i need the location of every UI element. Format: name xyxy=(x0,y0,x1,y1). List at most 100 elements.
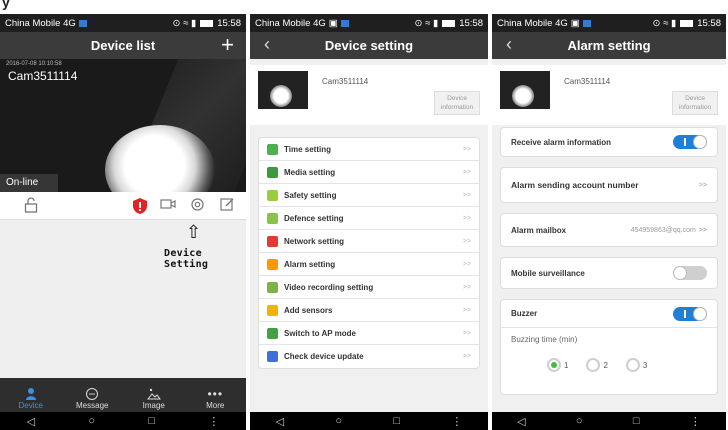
recent-nav-icon[interactable]: □ xyxy=(393,415,400,427)
settings-menu: Time setting >> Media setting >> Safety sett… xyxy=(258,137,480,369)
clock-time: 15:58 xyxy=(697,17,721,29)
chevron-right-icon: >> xyxy=(462,214,471,222)
status-bar: China Mobile 4G ▣ ⊙ ≈ ▮ 15:58 xyxy=(492,14,726,32)
menu-item-label: Safety setting xyxy=(284,190,337,200)
menu-item-defence-setting[interactable]: Defence setting >> xyxy=(259,207,479,230)
chevron-right-icon: >> xyxy=(698,181,707,189)
menu-item-check-device-update[interactable]: Check device update >> xyxy=(259,345,479,368)
device-name: Cam3511114 xyxy=(564,77,611,86)
receive-alarm-card: Receive alarm information xyxy=(500,127,718,157)
device-header: Cam3511114 Device information xyxy=(492,65,726,125)
chevron-right-icon: >> xyxy=(462,353,471,360)
back-nav-icon[interactable]: ◁ xyxy=(27,415,35,428)
alarm-mailbox-card[interactable]: Alarm mailbox 454959863@qq.com >> xyxy=(500,213,718,247)
camera-timestamp: 2016-07-08 10:10:58 xyxy=(6,61,62,67)
device-name: Cam3511114 xyxy=(322,77,369,86)
back-nav-icon[interactable]: ◁ xyxy=(276,415,284,428)
arrow-up-icon: ⇧ xyxy=(186,222,202,242)
nav-more-label: More xyxy=(206,401,225,410)
back-button[interactable]: ‹ xyxy=(506,34,512,55)
alarm-shield-icon[interactable] xyxy=(132,197,148,220)
chevron-right-icon: >> xyxy=(698,226,707,234)
sim-icon: ▣ xyxy=(328,17,338,29)
clock-time: 15:58 xyxy=(459,17,483,29)
nav-device[interactable]: Device xyxy=(0,378,62,412)
menu-item-label: Video recording setting xyxy=(284,282,374,292)
device-thumbnail xyxy=(258,71,308,109)
clock-icon xyxy=(267,143,278,155)
buzzer-toggle[interactable] xyxy=(673,306,707,321)
buzzing-time-radio-2[interactable]: 2 xyxy=(586,358,608,372)
battery-icon xyxy=(200,19,214,27)
nav-more[interactable]: ••• More xyxy=(185,378,247,412)
recent-nav-icon[interactable]: □ xyxy=(633,415,640,427)
ap-mode-icon xyxy=(267,327,278,339)
chevron-right-icon: >> xyxy=(462,145,471,153)
menu-item-add-sensors[interactable]: Add sensors >> xyxy=(259,299,479,322)
recent-nav-icon[interactable]: □ xyxy=(148,415,155,427)
online-status: On-line xyxy=(0,174,58,192)
home-nav-icon[interactable]: ○ xyxy=(88,415,95,427)
gear-icon[interactable] xyxy=(190,197,205,217)
video-record-icon xyxy=(267,281,278,293)
notification-icon xyxy=(582,19,591,27)
sending-account-card[interactable]: Alarm sending account number >> xyxy=(500,167,718,203)
device-information-button[interactable]: Device information xyxy=(672,91,718,115)
buzzing-time-label: Buzzing time (min) xyxy=(511,334,578,344)
notification-icon xyxy=(78,19,87,27)
system-nav-bar: ◁ ○ □ ⋮ xyxy=(492,412,726,430)
menu-item-video-recording-setting[interactable]: Video recording setting >> xyxy=(259,276,479,299)
signal-icon: ⊙ ≈ ▮ xyxy=(414,17,439,29)
chevron-right-icon: >> xyxy=(462,168,471,176)
nav-image[interactable]: Image xyxy=(123,378,185,412)
video-icon[interactable] xyxy=(160,197,176,216)
camera-preview[interactable]: 2016-07-08 10:10:58 Cam3511114 On-line xyxy=(0,59,246,192)
device-information-button[interactable]: Device information xyxy=(434,91,480,115)
add-device-button[interactable]: + xyxy=(221,32,234,58)
receive-alarm-toggle[interactable] xyxy=(673,135,707,149)
menu-item-alarm-setting[interactable]: Alarm setting >> xyxy=(259,253,479,276)
menu-nav-icon[interactable]: ⋮ xyxy=(690,415,701,428)
buzzing-time-radio-1[interactable]: 1 xyxy=(547,358,568,372)
system-nav-bar: ◁ ○ □ ⋮ xyxy=(250,412,488,430)
callout-label: Device Setting xyxy=(164,248,209,270)
home-nav-icon[interactable]: ○ xyxy=(576,415,583,427)
signal-icon: ⊙ ≈ ▮ xyxy=(172,17,197,29)
defence-icon xyxy=(267,212,278,224)
home-nav-icon[interactable]: ○ xyxy=(335,415,342,427)
menu-item-switch-to-ap-mode[interactable]: Switch to AP mode >> xyxy=(259,322,479,345)
top-strip xyxy=(0,0,728,14)
back-button[interactable]: ‹ xyxy=(264,34,270,55)
menu-item-time-setting[interactable]: Time setting >> xyxy=(259,138,479,161)
shield-icon xyxy=(267,189,278,201)
mobile-surveillance-toggle[interactable] xyxy=(673,266,707,280)
menu-nav-icon[interactable]: ⋮ xyxy=(451,415,462,428)
menu-item-network-setting[interactable]: Network setting >> xyxy=(259,230,479,253)
unlock-icon[interactable] xyxy=(24,197,38,218)
edit-icon[interactable] xyxy=(220,197,235,217)
antenna-icon xyxy=(267,235,278,247)
device-list-screen: China Mobile 4G ⊙ ≈ ▮ 15:58 Device list +… xyxy=(0,14,248,430)
menu-nav-icon[interactable]: ⋮ xyxy=(208,415,219,428)
battery-icon xyxy=(680,19,694,27)
nav-device-label: Device xyxy=(18,401,43,410)
buzzing-time-radio-3[interactable]: 3 xyxy=(625,358,648,372)
status-bar: China Mobile 4G ⊙ ≈ ▮ 15:58 xyxy=(0,14,246,32)
menu-item-label: Add sensors xyxy=(284,305,333,315)
radio-label: 2 xyxy=(603,360,608,370)
more-icon: ••• xyxy=(207,387,224,401)
battery-icon xyxy=(442,19,456,27)
menu-item-label: Media setting xyxy=(284,167,336,177)
menu-item-media-setting[interactable]: Media setting >> xyxy=(259,161,479,184)
radio-label: 3 xyxy=(642,360,648,370)
title-bar: ‹ Alarm setting xyxy=(492,32,726,59)
nav-message[interactable]: Message xyxy=(62,378,124,412)
buzzer-label: Buzzer xyxy=(511,309,538,318)
device-action-row xyxy=(0,192,246,220)
bottom-nav: Device Message Image ••• More xyxy=(0,378,246,412)
back-nav-icon[interactable]: ◁ xyxy=(517,415,525,428)
menu-item-safety-setting[interactable]: Safety setting >> xyxy=(259,184,479,207)
person-icon xyxy=(25,388,36,400)
signal-icon: ⊙ ≈ ▮ xyxy=(652,17,677,29)
chevron-right-icon: >> xyxy=(462,191,471,199)
